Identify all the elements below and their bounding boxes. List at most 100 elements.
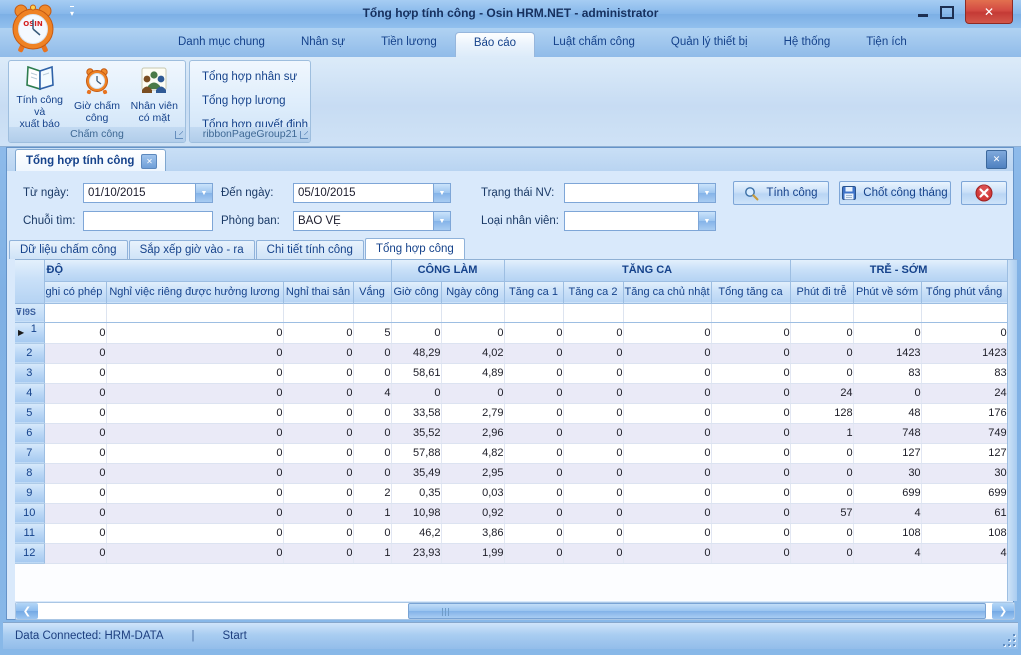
grid-cell[interactable]: 0 [711,343,790,363]
row-indicator[interactable]: 5 [15,403,44,423]
grid-cell[interactable]: 0 [790,543,853,563]
grid-cell[interactable]: 0 [563,343,623,363]
grid-cell[interactable]: 0 [504,403,563,423]
grid-cell[interactable]: 2 [353,483,391,503]
grid-cell[interactable]: 0 [283,322,353,343]
den-ngay-date-picker[interactable]: 05/10/2015 ▼ [293,183,451,203]
grid-cell[interactable]: 57,88 [391,443,441,463]
grid-cell[interactable]: 0 [563,383,623,403]
filter-cell[interactable] [563,303,623,322]
grid-cell[interactable]: 4,02 [441,343,504,363]
row-indicator[interactable]: 2 [15,343,44,363]
grid-cell[interactable]: 0 [623,483,711,503]
grid-cell[interactable]: 0 [623,463,711,483]
chot-cong-thang-button[interactable]: Chốt công tháng [839,181,951,205]
row-indicator[interactable]: 8 [15,463,44,483]
tinh-cong-xuat-bao-cao-button[interactable]: Tính công và xuất báo cáo [11,63,68,126]
grid-cell[interactable]: 0 [504,443,563,463]
grid-cell[interactable]: 0,03 [441,483,504,503]
grid-cell[interactable]: 0 [563,483,623,503]
grid-cell[interactable]: 0 [391,383,441,403]
row-indicator[interactable]: 6 [15,423,44,443]
dialog-launcher-icon[interactable] [175,131,183,139]
grid-cell[interactable]: 0 [563,403,623,423]
grid-cell[interactable]: 0 [283,423,353,443]
grid-cell[interactable]: 0 [790,443,853,463]
grid-cell[interactable]: 0 [106,383,283,403]
filter-cell[interactable] [853,303,921,322]
chuoi-tim-input[interactable] [83,211,213,231]
grid-cell[interactable]: 3,86 [441,523,504,543]
grid-cell[interactable]: 1423 [853,343,921,363]
grid-cell[interactable]: 0 [391,322,441,343]
grid-cell[interactable]: 0 [283,343,353,363]
minimize-button[interactable] [911,0,935,22]
grid-cell[interactable]: 0 [283,503,353,523]
grid-cell[interactable]: 0 [504,523,563,543]
grid-cell[interactable]: 0 [563,503,623,523]
grid-cell[interactable]: 0 [106,403,283,423]
grid-cell[interactable]: 57 [790,503,853,523]
grid-cell[interactable]: 0 [353,363,391,383]
row-indicator[interactable]: ▶1 [15,322,44,343]
grid-column-header[interactable]: Phút về sớm [853,281,921,303]
filter-cell[interactable] [790,303,853,322]
grid-cell[interactable]: 1423 [921,343,1007,363]
grid-column-header[interactable]: Giờ công [391,281,441,303]
grid-column-header[interactable]: Nghỉ thai sản [283,281,353,303]
grid-cell[interactable]: 108 [921,523,1007,543]
ribbon-tab-danh-mục-chung[interactable]: Danh mục chung [160,32,283,57]
grid-cell[interactable]: 0 [44,322,106,343]
chevron-down-icon[interactable]: ▼ [433,212,450,230]
grid-cell[interactable]: 0 [504,363,563,383]
grid-cell[interactable]: 0,35 [391,483,441,503]
grid-cell[interactable]: 127 [853,443,921,463]
grid-cell[interactable]: 0,92 [441,503,504,523]
grid-cell[interactable]: 0 [563,363,623,383]
grid-cell[interactable]: 0 [44,483,106,503]
grid-column-header[interactable]: Ngày công [441,281,504,303]
scroll-left-icon[interactable]: ❮ [16,603,38,619]
dialog-launcher-icon[interactable] [300,131,308,139]
ribbon-menu-item[interactable]: Tổng hợp nhân sự [194,65,306,89]
chevron-down-icon[interactable]: ▼ [698,184,715,202]
grid-column-header[interactable]: ghi có phép [44,281,106,303]
grid-cell[interactable]: 0 [353,423,391,443]
grid-column-header[interactable]: Tăng ca 2 [563,281,623,303]
grid-cell[interactable]: 48,29 [391,343,441,363]
grid-cell[interactable]: 30 [921,463,1007,483]
grid-cell[interactable]: 0 [563,523,623,543]
grid-cell[interactable]: 0 [44,403,106,423]
grid-cell[interactable]: 2,95 [441,463,504,483]
grid-tab-sắp-xếp-giờ-vào---ra[interactable]: Sắp xếp giờ vào - ra [129,240,255,259]
grid-cell[interactable]: 0 [711,383,790,403]
chevron-down-icon[interactable]: ▼ [195,184,212,202]
filter-cell[interactable] [711,303,790,322]
grid-cell[interactable]: 0 [283,403,353,423]
horizontal-scrollbar[interactable]: ❮ ❯ [15,602,1015,620]
row-indicator[interactable]: 10 [15,503,44,523]
grid-cell[interactable]: 0 [353,403,391,423]
grid-cell[interactable]: 4,82 [441,443,504,463]
grid-cell[interactable]: 0 [623,443,711,463]
filter-cell[interactable] [623,303,711,322]
grid-cell[interactable]: 0 [44,503,106,523]
grid-cell[interactable]: 4 [353,383,391,403]
grid-cell[interactable]: 0 [283,463,353,483]
grid-cell[interactable]: 0 [44,363,106,383]
panel-close-button[interactable]: ✕ [986,150,1007,169]
grid-cell[interactable]: 24 [790,383,853,403]
resize-grip-icon[interactable] [1003,634,1015,646]
grid-cell[interactable]: 24 [921,383,1007,403]
row-indicator[interactable]: 3 [15,363,44,383]
grid-cell[interactable]: 0 [790,523,853,543]
grid-cell[interactable]: 46,2 [391,523,441,543]
grid-cell[interactable]: 0 [563,322,623,343]
grid-cell[interactable]: 0 [441,383,504,403]
grid-cell[interactable]: 35,52 [391,423,441,443]
grid-cell[interactable]: 0 [623,403,711,423]
scroll-right-icon[interactable]: ❯ [992,603,1014,619]
row-indicator[interactable]: 4 [15,383,44,403]
document-tab[interactable]: Tổng hợp tính công ✕ [15,149,166,172]
grid-cell[interactable]: 1 [353,543,391,563]
